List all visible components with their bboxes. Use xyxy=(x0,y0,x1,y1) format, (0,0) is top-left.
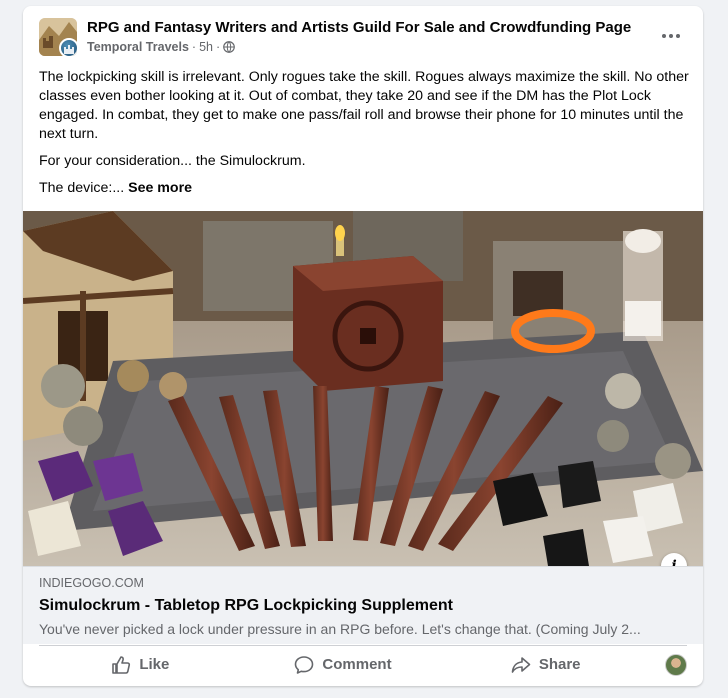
link-title[interactable]: Simulockrum - Tabletop RPG Lockpicking S… xyxy=(39,597,453,615)
post-paragraph: The lockpicking skill is irrelevant. Onl… xyxy=(39,69,689,142)
comment-label: Comment xyxy=(322,656,392,673)
share-arrow-icon xyxy=(511,656,531,673)
post-meta: Temporal Travels · 5h · xyxy=(87,40,236,54)
user-avatar xyxy=(665,653,688,676)
tabletop-scene-image xyxy=(23,211,703,566)
post-paragraph: For your consideration... the Simulockru… xyxy=(39,153,306,169)
page-avatar[interactable] xyxy=(39,18,77,56)
meta-separator-2: · xyxy=(215,40,221,54)
see-more-link[interactable]: See more xyxy=(128,180,192,196)
truncated-text: The device:... xyxy=(39,180,125,196)
more-options-button[interactable] xyxy=(657,22,685,50)
post-header: RPG and Fantasy Writers and Artists Guil… xyxy=(23,6,703,68)
reaction-profile-selector[interactable] xyxy=(647,653,688,676)
link-domain: INDIEGOGO.COM xyxy=(39,576,144,590)
post-body: The lockpicking skill is irrelevant. Onl… xyxy=(39,68,689,206)
like-label: Like xyxy=(139,656,170,673)
more-dot-icon xyxy=(662,34,666,38)
share-button[interactable]: Share xyxy=(444,648,647,682)
globe-icon[interactable] xyxy=(223,41,236,53)
page-name-link[interactable]: RPG and Fantasy Writers and Artists Guil… xyxy=(87,19,631,36)
post-image[interactable]: i xyxy=(23,211,703,566)
link-description: You've never picked a lock under pressur… xyxy=(39,621,641,637)
more-dot-icon xyxy=(676,34,680,38)
author-link[interactable]: Temporal Travels xyxy=(87,40,189,54)
like-button[interactable]: Like xyxy=(39,648,242,682)
meta-separator: · xyxy=(191,40,197,54)
share-label: Share xyxy=(538,656,581,673)
comment-icon xyxy=(295,655,314,674)
comment-button[interactable]: Comment xyxy=(242,648,445,682)
link-preview[interactable]: INDIEGOGO.COM Simulockrum - Tabletop RPG… xyxy=(23,566,703,644)
post-time[interactable]: 5h xyxy=(199,40,213,54)
more-dot-icon xyxy=(669,34,673,38)
post-actions-bar: Like Comment Share xyxy=(39,645,688,683)
post-truncated-line: The device:... See more xyxy=(39,179,689,198)
thumbs-up-icon xyxy=(112,655,131,674)
post-card: RPG and Fantasy Writers and Artists Guil… xyxy=(23,6,703,686)
page-badge-icon xyxy=(59,38,77,56)
